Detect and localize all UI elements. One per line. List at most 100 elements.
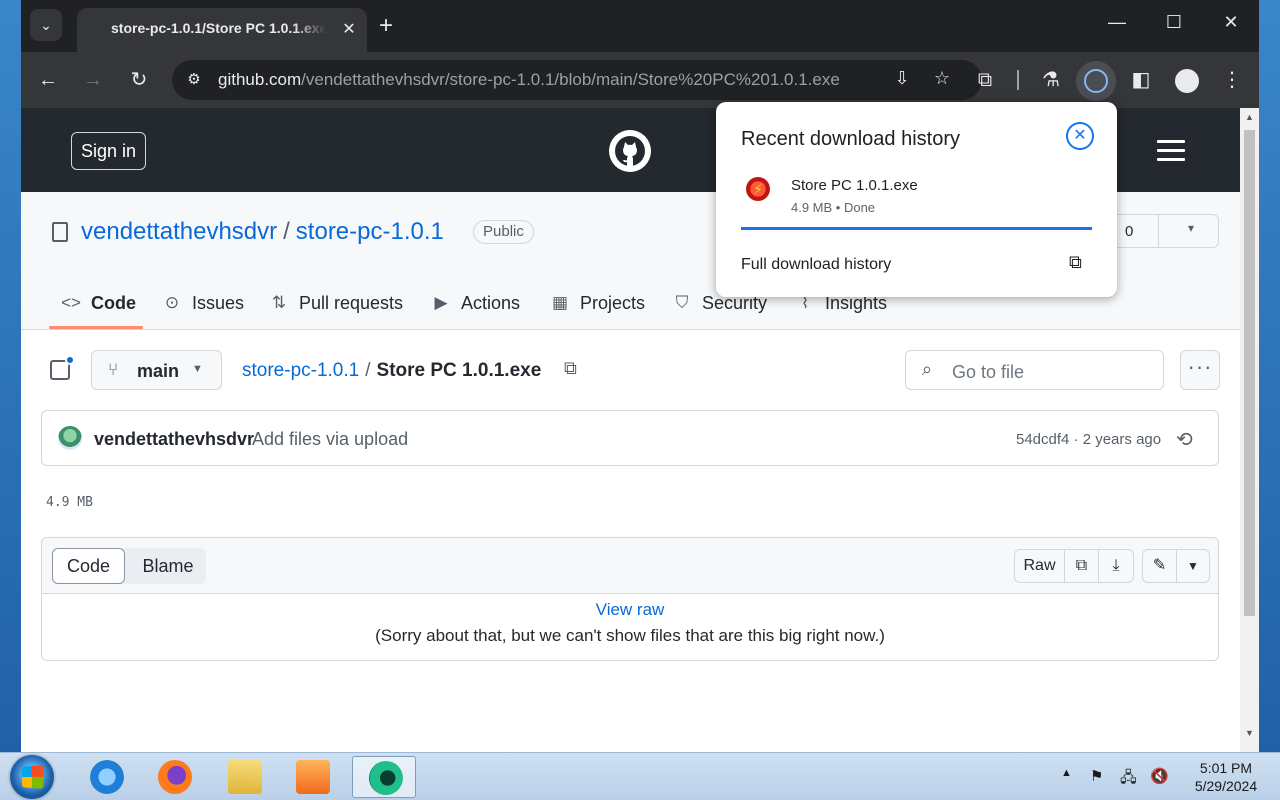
taskbar-media-player[interactable] [280, 756, 344, 798]
star-count-button[interactable]: 0 ▾ [1109, 214, 1219, 248]
code-icon: <> [61, 293, 81, 312]
firefox-icon [158, 760, 192, 794]
tab-title: store-pc-1.0.1/Store PC 1.0.1.exe [111, 20, 326, 36]
windows-logo-icon [22, 765, 44, 789]
copy-raw-icon[interactable]: ⧉ [1065, 550, 1099, 582]
download-progress-bar [741, 227, 1092, 230]
table-icon: ▦ [551, 293, 569, 312]
hamburger-menu-icon[interactable] [1157, 140, 1185, 162]
browser-tab[interactable]: store-pc-1.0.1/Store PC 1.0.1.exe ✕ [77, 8, 367, 52]
code-view-button[interactable]: Code [52, 548, 125, 584]
go-to-file-input[interactable]: ⌕ Go to file [905, 350, 1164, 390]
open-in-new-icon[interactable]: ⧉ [1069, 252, 1091, 274]
scroll-down-icon[interactable]: ▼ [1244, 728, 1255, 740]
breadcrumb-file-name: Store PC 1.0.1.exe [376, 360, 542, 381]
chrome-menu-icon[interactable]: ⋮ [1220, 68, 1244, 92]
commit-meta[interactable]: 54dcdf4 · 2 years ago [1016, 431, 1161, 448]
clock-date: 5/29/2024 [1194, 778, 1258, 794]
visibility-badge: Public [473, 220, 534, 244]
page-scrollbar[interactable]: ▲ ▼ [1240, 108, 1259, 752]
minimize-button[interactable]: — [1102, 12, 1132, 38]
download-ring-icon [1084, 69, 1108, 93]
tab-issues[interactable]: ⊙ Issues [162, 290, 244, 316]
history-icon[interactable]: ⟲ [1176, 427, 1198, 451]
repo-name-link[interactable]: store-pc-1.0.1 [296, 218, 444, 245]
start-button[interactable] [10, 755, 54, 799]
chevron-down-icon[interactable]: ▾ [1188, 221, 1194, 235]
taskbar: ▲ ⚑ 🖧 🔇 5:01 PM 5/29/2024 [0, 752, 1280, 800]
file-navigation-bar: ⑂ main ▼ store-pc-1.0.1/Store PC 1.0.1.e… [21, 330, 1240, 410]
chevron-down-icon[interactable]: ▼ [1177, 550, 1209, 582]
tab-search-button[interactable]: ⌄ [30, 9, 62, 41]
back-icon[interactable]: ← [36, 68, 60, 92]
sign-in-button[interactable]: Sign in [71, 132, 146, 170]
repo-owner-link[interactable]: vendettathevhsdvr [81, 218, 277, 245]
view-raw-link[interactable]: View raw [42, 600, 1218, 620]
url-text[interactable]: github.com/vendettathevhsdvr/store-pc-1.… [218, 70, 840, 90]
download-history-popup: Recent download history ✕ ⚡ Store PC 1.0… [716, 102, 1117, 297]
address-bar[interactable]: ⚙ github.com/vendettathevhsdvr/store-pc-… [172, 60, 982, 100]
tab-code[interactable]: <> Code [61, 290, 136, 316]
maximize-button[interactable]: ☐ [1159, 12, 1189, 38]
avatar[interactable] [58, 426, 82, 450]
download-status: 4.9 MB • Done [791, 200, 876, 215]
code-blame-toggle: Code Blame [52, 548, 206, 584]
toolbar-separator [1017, 70, 1019, 90]
scroll-up-icon[interactable]: ▲ [1244, 112, 1255, 124]
file-tree-toggle-icon[interactable] [50, 355, 75, 380]
media-player-icon [296, 760, 330, 794]
show-hidden-icons-icon[interactable]: ▲ [1061, 767, 1072, 779]
internet-explorer-icon [90, 760, 124, 794]
taskbar-firefox[interactable] [142, 756, 206, 798]
labs-flask-icon[interactable]: ⚗ [1039, 68, 1063, 92]
taskbar-file-explorer[interactable] [212, 756, 276, 798]
tab-actions[interactable]: ▶ Actions [431, 290, 520, 316]
system-clock[interactable]: 5:01 PM 5/29/2024 [1186, 759, 1266, 795]
more-options-button[interactable]: ··· [1180, 350, 1220, 390]
new-tab-button[interactable]: + [373, 14, 399, 40]
repo-title: vendettathevhsdvr / store-pc-1.0.1 [81, 218, 444, 245]
profile-avatar-icon[interactable] [1175, 69, 1199, 93]
taskbar-browser[interactable] [352, 756, 416, 798]
github-logo-icon[interactable] [609, 130, 651, 172]
breadcrumb: store-pc-1.0.1/Store PC 1.0.1.exe [242, 360, 542, 381]
file-too-big-message: (Sorry about that, but we can't show fil… [375, 626, 885, 645]
tab-pull-requests[interactable]: ⇅ Pull requests [269, 290, 403, 316]
branch-icon: ⑂ [108, 360, 119, 379]
active-tab-underline [49, 326, 143, 329]
downloads-button[interactable] [1076, 61, 1116, 101]
edit-pencil-icon[interactable]: ✎ [1143, 550, 1177, 582]
download-file-name[interactable]: Store PC 1.0.1.exe [791, 177, 918, 194]
taskbar-internet-explorer[interactable] [74, 756, 138, 798]
folder-icon [228, 760, 262, 794]
forward-icon[interactable]: → [81, 68, 105, 92]
commit-author[interactable]: vendettathevhsdvr [94, 429, 254, 450]
downloaded-file-icon: ⚡ [746, 177, 770, 201]
side-panel-icon[interactable]: ◧ [1129, 68, 1153, 92]
volume-muted-icon[interactable]: 🔇 [1150, 767, 1169, 785]
blame-view-button[interactable]: Blame [130, 548, 206, 584]
scrollbar-thumb[interactable] [1244, 130, 1255, 616]
browser-app-icon [369, 761, 403, 795]
branch-selector[interactable]: ⑂ main ▼ [91, 350, 222, 390]
site-info-icon[interactable]: ⚙ [184, 70, 204, 90]
download-raw-icon[interactable]: ⤓ [1099, 550, 1133, 582]
raw-button[interactable]: Raw [1015, 550, 1065, 582]
latest-commit-box: vendettathevhsdvr Add files via upload 5… [41, 410, 1219, 466]
full-download-history-link[interactable]: Full download history [741, 256, 891, 274]
clock-time: 5:01 PM [1199, 760, 1253, 776]
action-center-flag-icon[interactable]: ⚑ [1090, 767, 1103, 785]
breadcrumb-repo-link[interactable]: store-pc-1.0.1 [242, 360, 359, 381]
tab-projects[interactable]: ▦ Projects [550, 290, 645, 316]
copy-path-icon[interactable]: ⧉ [564, 358, 584, 380]
install-app-icon[interactable]: ⇩ [890, 68, 914, 92]
reload-icon[interactable]: ↻ [127, 68, 151, 92]
bookmark-star-icon[interactable]: ☆ [930, 68, 954, 92]
network-icon[interactable]: 🖧 [1120, 767, 1137, 792]
extensions-icon[interactable]: ⧉ [973, 68, 997, 92]
commit-message[interactable]: Add files via upload [252, 429, 408, 450]
close-window-button[interactable]: ✕ [1216, 12, 1246, 38]
pull-request-icon: ⇅ [271, 293, 287, 312]
close-icon[interactable]: ✕ [1066, 122, 1094, 150]
tab-close-icon[interactable]: ✕ [339, 20, 359, 40]
